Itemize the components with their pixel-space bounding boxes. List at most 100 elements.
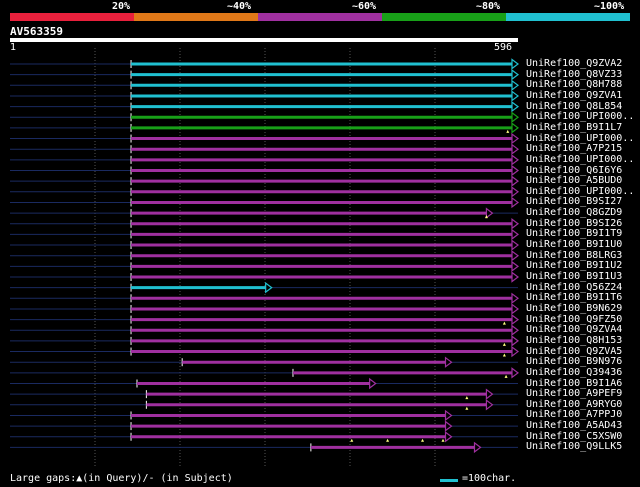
hit-name-link[interactable]: UniRef100_Q9ZVA5 [526, 346, 622, 357]
hit-row[interactable] [10, 249, 519, 262]
hit-end-arrow [511, 79, 519, 92]
hit-end-arrow [511, 239, 519, 251]
hit-end-arrow [511, 100, 519, 113]
hit-row[interactable] [10, 335, 519, 347]
hit-end-arrow [511, 164, 519, 177]
query-gap-marker [465, 396, 469, 400]
hit-name-link[interactable]: UniRef100_A5AD43 [526, 420, 622, 431]
hit-end-arrow [485, 399, 494, 411]
hit-name-link[interactable]: UniRef100_Q9ZVA4 [526, 324, 622, 335]
hit-name-link[interactable]: UniRef100_Q6I6Y6 [526, 165, 622, 176]
hit-row[interactable] [10, 399, 518, 411]
hit-row[interactable] [10, 122, 520, 134]
hit-row[interactable] [10, 409, 518, 422]
hit-end-arrow [485, 207, 494, 219]
hit-name-link[interactable]: UniRef100_B9I1T9 [526, 228, 622, 239]
hit-end-arrow [511, 154, 519, 166]
hit-name-link[interactable]: UniRef100_B9I1L7 [526, 122, 622, 133]
hit-end-arrow [511, 58, 519, 70]
hit-end-arrow [511, 143, 519, 155]
hit-name-link[interactable]: UniRef100_Q8H153 [526, 335, 622, 346]
hit-name-link[interactable]: UniRef100_UPI000.. [526, 154, 634, 165]
hit-name-link[interactable]: UniRef100_Q9FZ50 [526, 314, 622, 325]
query-gap-marker [506, 129, 510, 133]
query-gap-marker [504, 374, 508, 378]
hit-row[interactable] [10, 345, 519, 358]
scale-label: =100char. [462, 473, 517, 484]
hit-name-link[interactable]: UniRef100_B9I1T6 [526, 292, 622, 303]
hit-row[interactable] [10, 260, 519, 273]
hit-name-link[interactable]: UniRef100_A9RYG0 [526, 399, 622, 410]
hit-name-link[interactable]: UniRef100_B9SI27 [526, 196, 622, 207]
hit-name-link[interactable]: UniRef100_Q9ZVA2 [526, 58, 622, 69]
hit-row[interactable] [10, 420, 518, 432]
hit-end-arrow [444, 356, 453, 368]
hit-row[interactable] [10, 90, 519, 102]
hit-name-link[interactable]: UniRef100_B9I1U3 [526, 271, 622, 282]
hit-row[interactable] [10, 292, 519, 304]
hit-name-link[interactable]: UniRef100_B8LRG3 [526, 250, 622, 261]
hit-row[interactable] [10, 356, 518, 368]
hit-end-arrow [511, 292, 519, 304]
hit-name-link[interactable]: UniRef100_Q8VZ33 [526, 69, 622, 80]
hit-name-link[interactable]: UniRef100_B9N629 [526, 303, 622, 314]
hit-row[interactable] [10, 228, 519, 241]
hit-end-arrow [511, 218, 519, 230]
hit-name-link[interactable]: UniRef100_B9I1U2 [526, 260, 622, 271]
hit-name-link[interactable]: UniRef100_Q8L854 [526, 101, 622, 112]
hit-name-link[interactable]: UniRef100_A5BUD0 [526, 175, 622, 186]
hit-row[interactable] [10, 218, 519, 230]
hit-row[interactable] [10, 175, 519, 187]
hit-row[interactable] [10, 143, 519, 155]
hit-row[interactable] [10, 154, 519, 166]
hit-name-link[interactable]: UniRef100_A9PEF9 [526, 388, 622, 399]
hit-end-arrow [511, 122, 520, 134]
hit-row[interactable] [10, 58, 519, 70]
hit-end-arrow [511, 324, 519, 336]
hit-end-arrow [511, 175, 519, 187]
hit-row[interactable] [10, 303, 519, 315]
hit-row[interactable] [10, 132, 519, 145]
hit-row[interactable] [10, 441, 518, 454]
hit-row[interactable] [10, 239, 519, 251]
hit-end-arrow [511, 249, 519, 262]
hit-name-link[interactable]: UniRef100_Q39436 [526, 367, 622, 378]
hit-name-link[interactable]: UniRef100_Q9LLK5 [526, 441, 622, 452]
hit-row[interactable] [10, 388, 518, 400]
hit-end-arrow [511, 313, 519, 326]
hit-name-link[interactable]: UniRef100_Q56Z24 [526, 282, 622, 293]
hit-name-link[interactable]: UniRef100_B9I1U0 [526, 239, 622, 250]
hit-row[interactable] [10, 100, 519, 113]
hit-name-link[interactable]: UniRef100_C5XSW0 [526, 431, 622, 442]
hit-name-link[interactable]: UniRef100_UPI000.. [526, 186, 634, 197]
query-gap-marker [350, 438, 354, 442]
hit-name-link[interactable]: UniRef100_Q9ZVA1 [526, 90, 622, 101]
hit-row[interactable] [10, 68, 519, 81]
hit-row[interactable] [10, 431, 518, 443]
hit-row[interactable] [10, 324, 519, 336]
hit-row[interactable] [10, 196, 519, 209]
hit-name-link[interactable]: UniRef100_Q8GZD9 [526, 207, 622, 218]
hit-end-arrow [511, 271, 519, 283]
hit-name-link[interactable]: UniRef100_UPI000.. [526, 111, 634, 122]
hit-end-arrow [511, 132, 519, 145]
hit-row[interactable] [10, 281, 518, 294]
hit-row[interactable] [10, 186, 519, 198]
hit-end-arrow [444, 431, 453, 443]
hit-row[interactable] [10, 313, 519, 326]
hit-name-link[interactable]: UniRef100_UPI000.. [526, 133, 634, 144]
hit-row[interactable] [10, 367, 519, 379]
hit-row[interactable] [10, 207, 518, 219]
hit-name-link[interactable]: UniRef100_Q8H788 [526, 79, 622, 90]
hit-name-link[interactable]: UniRef100_A7PPJ0 [526, 409, 622, 420]
hit-name-link[interactable]: UniRef100_B9N976 [526, 356, 622, 367]
hit-name-link[interactable]: UniRef100_B9SI26 [526, 218, 622, 229]
hit-name-link[interactable]: UniRef100_B9I1A6 [526, 378, 622, 389]
hit-row[interactable] [10, 164, 519, 177]
hit-row[interactable] [10, 79, 519, 92]
hit-row[interactable] [10, 271, 519, 283]
hit-name-link[interactable]: UniRef100_A7P215 [526, 143, 622, 154]
query-gap-marker [386, 438, 390, 442]
hit-row[interactable] [10, 377, 518, 390]
hit-row[interactable] [10, 111, 519, 123]
